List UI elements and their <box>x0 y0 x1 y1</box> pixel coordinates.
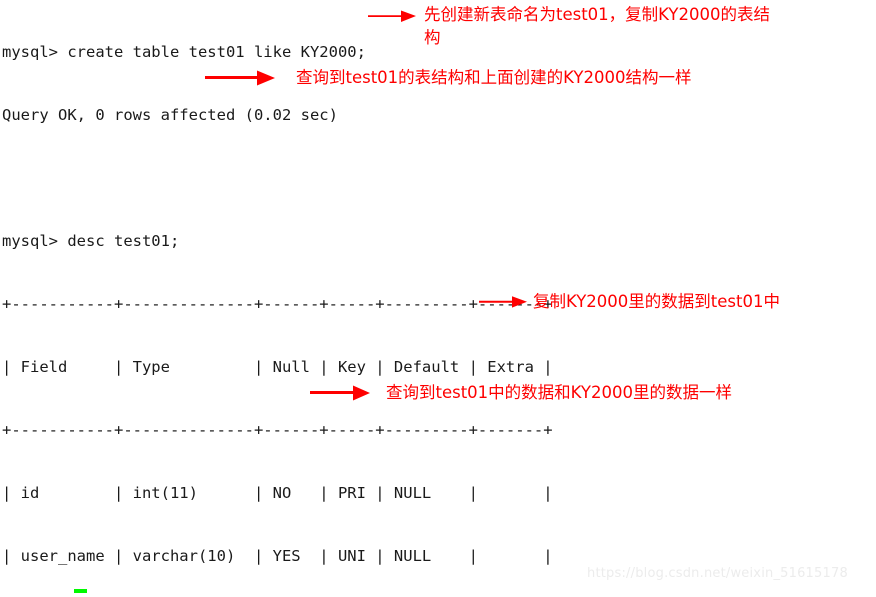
csdn-blog-watermark: https://blog.csdn.net/weixin_51615178 <box>587 566 848 581</box>
terminal-line-desc-command: mysql> desc test01; <box>2 232 180 250</box>
desc-table-border-mid: +-----------+--------------+------+-----… <box>2 421 553 439</box>
desc-table-row: | id | int(11) | NO | PRI | NULL | | <box>2 484 553 502</box>
terminal-screenshot: mysql> create table test01 like KY2000; … <box>0 0 876 597</box>
desc-table-header-row: | Field | Type | Null | Key | Default | … <box>2 358 553 376</box>
terminal-cursor <box>74 589 87 593</box>
annotation-insert-data: 复制KY2000里的数据到test01中 <box>533 292 780 311</box>
annotation-select-data: 查询到test01中的数据和KY2000里的数据一样 <box>386 383 732 402</box>
terminal-line-create-status: Query OK, 0 rows affected (0.02 sec) <box>2 106 338 124</box>
desc-table-row: | user_name | varchar(10) | YES | UNI | … <box>2 547 553 565</box>
annotation-desc-table: 查询到test01的表结构和上面创建的KY2000结构一样 <box>296 68 692 87</box>
annotation-create-table: 先创建新表命名为test01，复制KY2000的表结 构 <box>424 5 770 47</box>
terminal-line-blank-1 <box>0 168 876 189</box>
